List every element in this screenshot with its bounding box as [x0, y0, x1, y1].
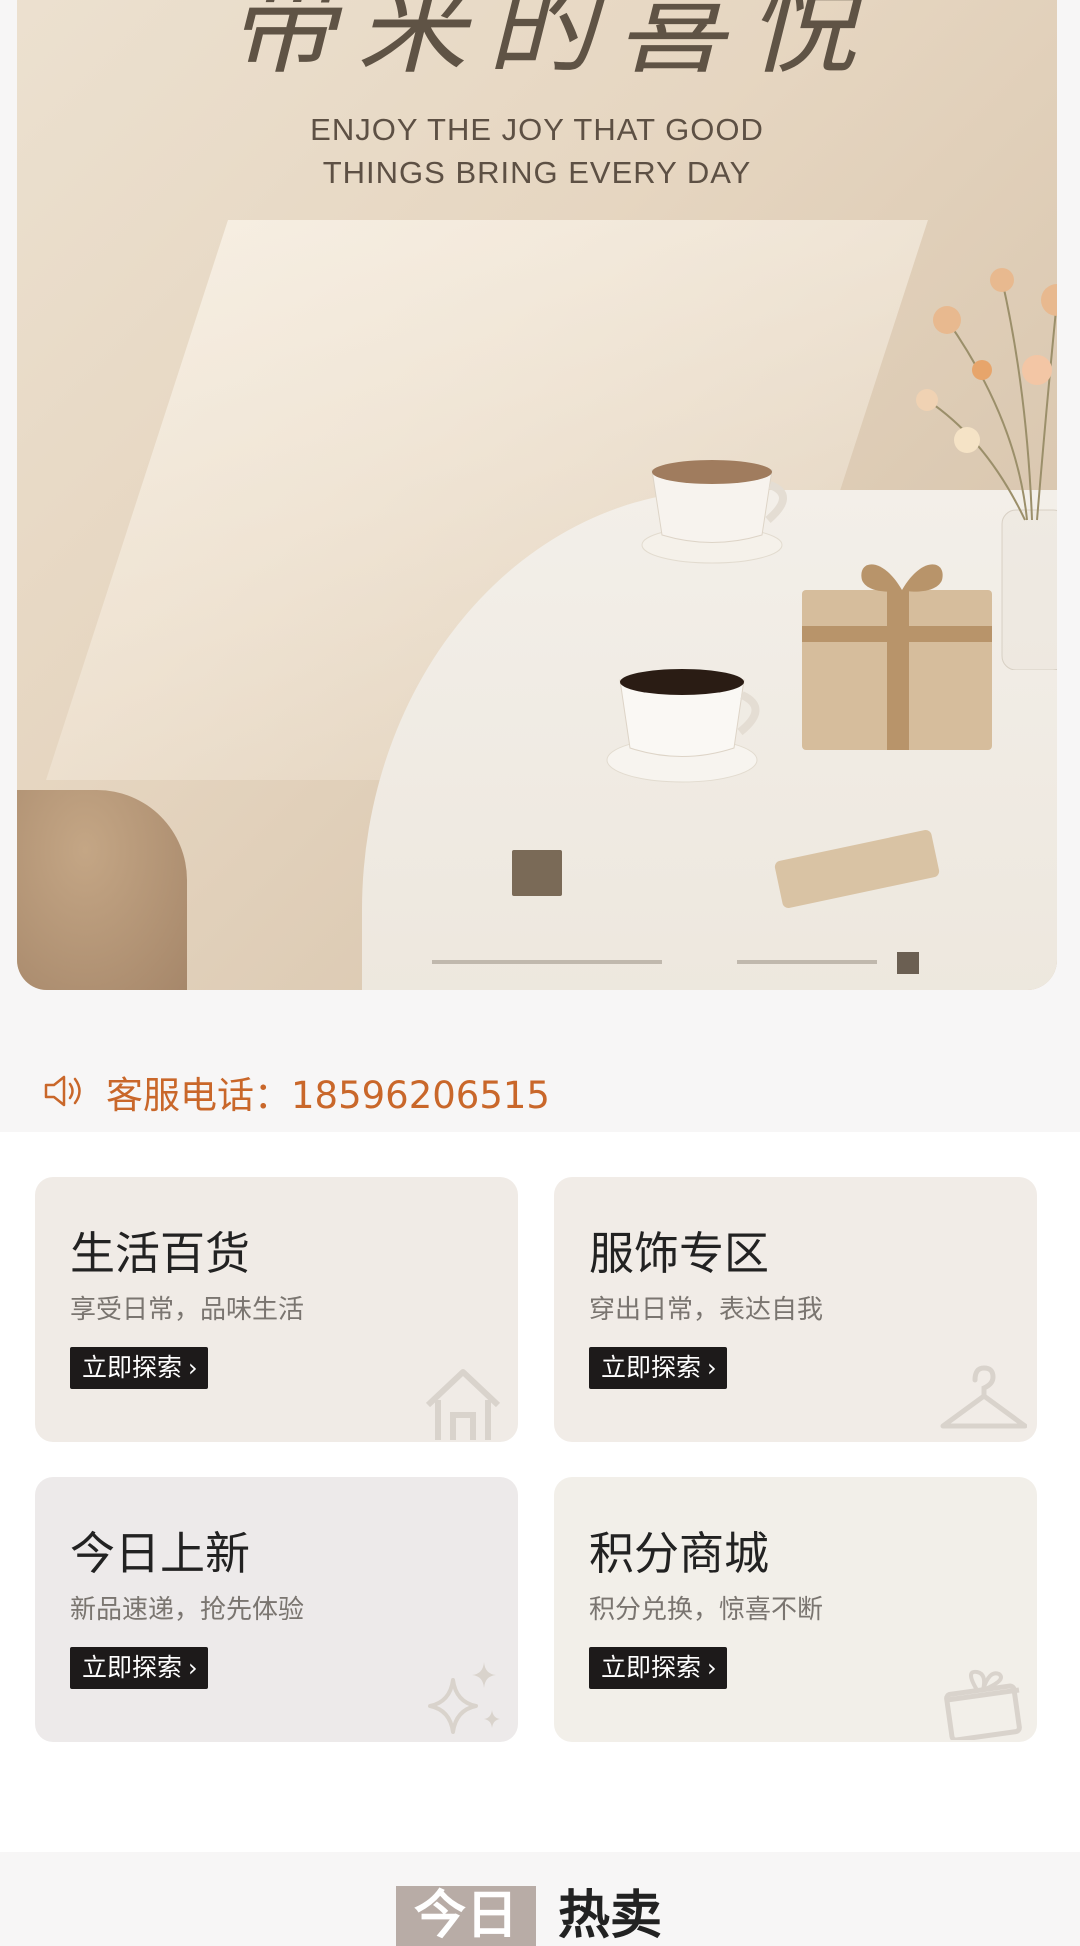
button-label: 立即探索	[82, 1353, 183, 1382]
hot-sale-section: 今日 热卖	[0, 1852, 1080, 1946]
button-label: 立即探索	[601, 1353, 702, 1382]
card-title: 生活百货	[70, 1227, 251, 1280]
chevron-right-icon: ›	[707, 1354, 717, 1382]
qr-code-icon	[897, 952, 919, 974]
gift-box	[802, 564, 992, 750]
chair-cushion	[17, 790, 187, 990]
card-title: 服饰专区	[589, 1227, 770, 1280]
category-card-daily-goods[interactable]: 生活百货 享受日常，品味生活 立即探索 ›	[35, 1177, 518, 1442]
explore-button[interactable]: 立即探索 ›	[589, 1347, 727, 1389]
card-subtitle: 积分兑换，惊喜不断	[589, 1595, 824, 1625]
fine-print	[432, 960, 662, 964]
button-label: 立即探索	[601, 1653, 702, 1682]
brand-logo-icon	[512, 850, 562, 896]
card-subtitle: 享受日常，品味生活	[70, 1295, 305, 1325]
customer-service-phone[interactable]: 客服电话：18596206515	[106, 1065, 550, 1119]
gift-icon	[944, 1669, 1022, 1740]
speaker-icon	[44, 1075, 81, 1107]
button-label: 立即探索	[82, 1653, 183, 1682]
category-card-apparel[interactable]: 服饰专区 穿出日常，表达自我 立即探索 ›	[554, 1177, 1037, 1442]
banner-tagline-line1: ENJOY THE JOY THAT GOOD	[310, 112, 764, 147]
card-title: 积分商城	[589, 1527, 770, 1580]
coffee-cup-back-icon	[641, 460, 787, 564]
explore-button[interactable]: 立即探索 ›	[589, 1647, 727, 1689]
category-card-new-arrivals[interactable]: 今日上新 新品速递，抢先体验 立即探索 ›	[35, 1477, 518, 1742]
bow-icon	[861, 564, 943, 592]
fine-print	[737, 960, 877, 964]
chevron-right-icon: ›	[188, 1654, 198, 1682]
card-subtitle: 穿出日常，表达自我	[589, 1295, 824, 1325]
coffee-cup-front-icon	[606, 669, 760, 783]
house-icon	[425, 1369, 501, 1440]
hanger-icon	[940, 1365, 1027, 1429]
title-highlight: 今日	[396, 1886, 537, 1946]
explore-button[interactable]: 立即探索 ›	[70, 1647, 208, 1689]
sparkle-icon	[428, 1662, 500, 1734]
title-rest: 热卖	[558, 1885, 663, 1946]
section-title: 今日 热卖	[396, 1886, 662, 1946]
chevron-right-icon: ›	[707, 1654, 717, 1682]
banner-tagline-line2: THINGS BRING EVERY DAY	[322, 155, 752, 190]
hero-banner[interactable]: 带来的喜悦 ENJOY THE JOY THAT GOOD THINGS BRI…	[17, 0, 1057, 990]
banner-headline: 带来的喜悦	[227, 0, 877, 89]
chevron-right-icon: ›	[188, 1354, 198, 1382]
category-grid: 生活百货 享受日常，品味生活 立即探索 › 服饰专区 穿出日常，表达自我 立即探…	[0, 1132, 1080, 1852]
category-card-points-mall[interactable]: 积分商城 积分兑换，惊喜不断 立即探索 ›	[554, 1477, 1037, 1742]
card-subtitle: 新品速递，抢先体验	[70, 1595, 305, 1625]
card-title: 今日上新	[70, 1527, 251, 1580]
explore-button[interactable]: 立即探索 ›	[70, 1347, 208, 1389]
